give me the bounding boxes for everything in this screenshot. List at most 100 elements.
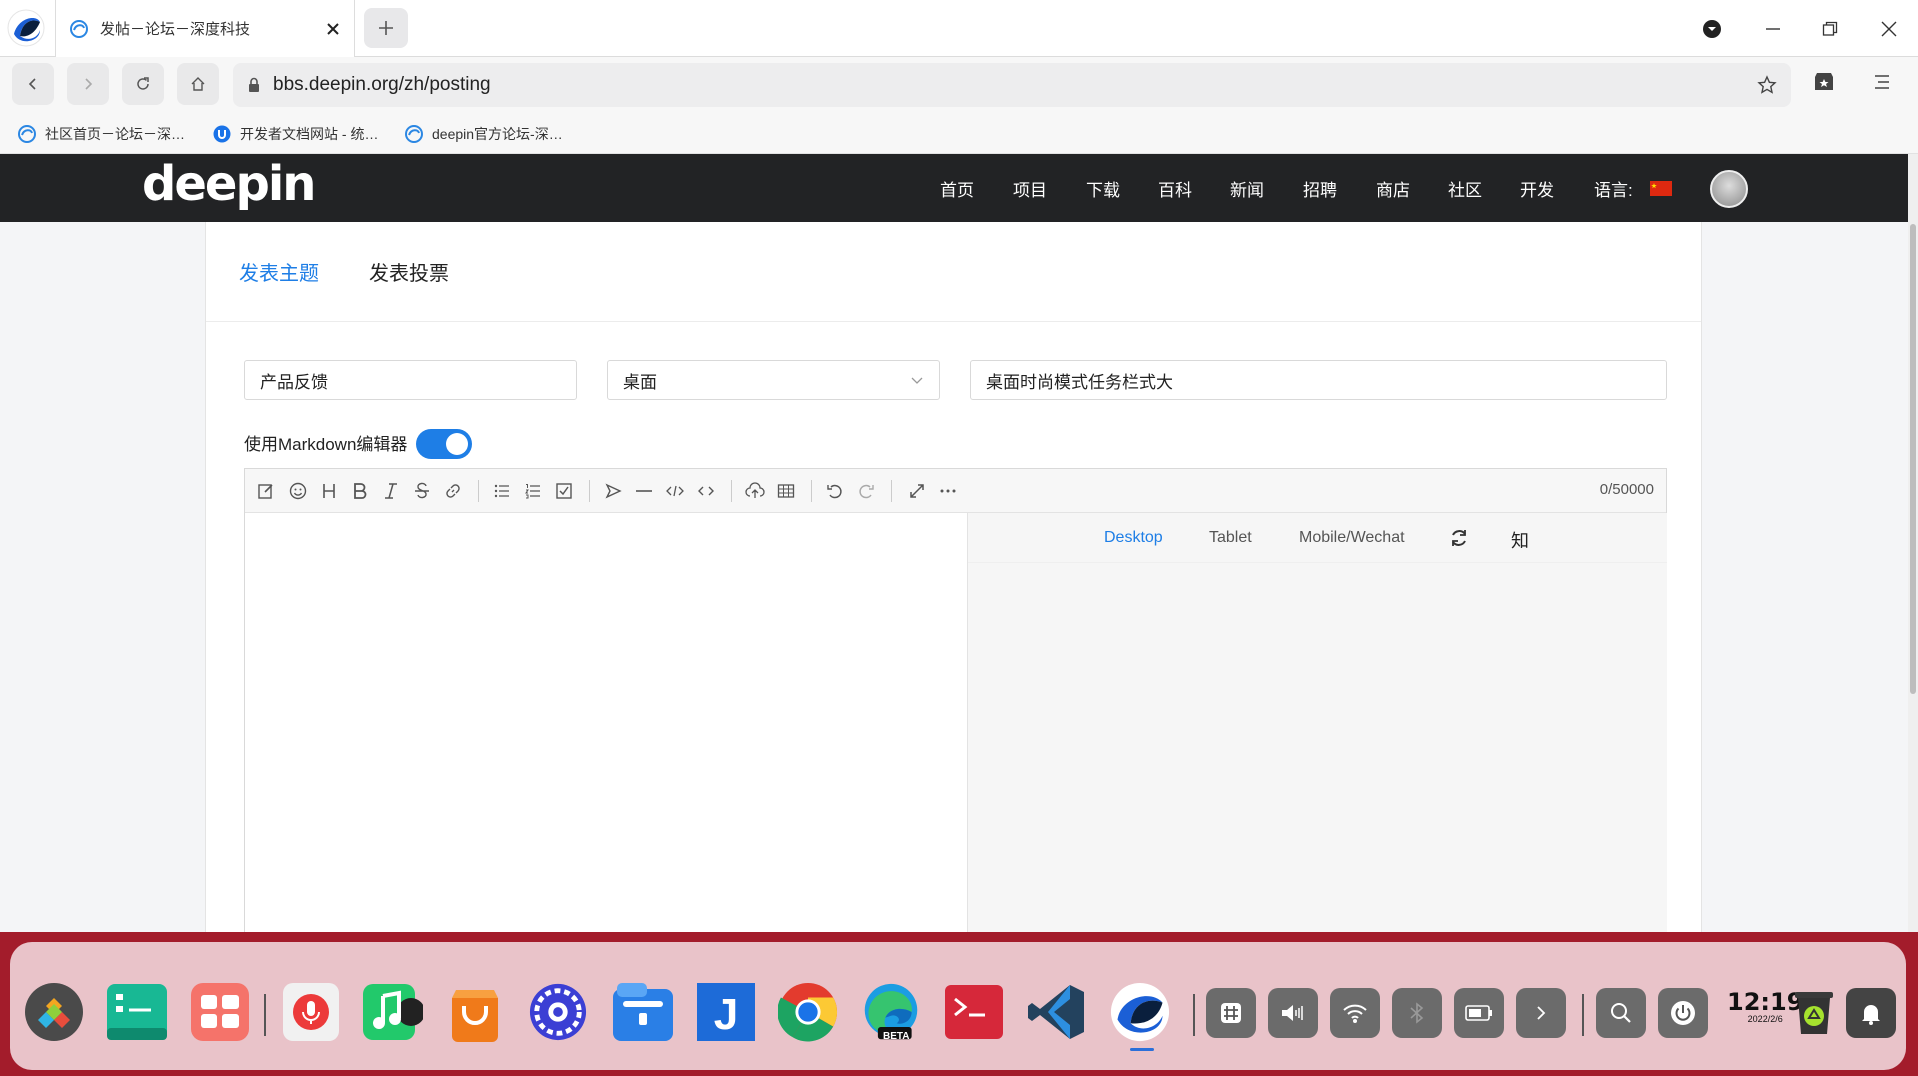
tab-post-topic[interactable]: 发表主题 [239, 257, 319, 286]
bookmark-item[interactable]: deepin官方论坛-深… [405, 120, 563, 148]
tray-expand[interactable] [1516, 988, 1566, 1038]
nav-item-community[interactable]: 社区 [1448, 176, 1482, 201]
post-type-tabs: 发表主题 发表投票 [206, 222, 1701, 322]
editor-textarea[interactable] [245, 513, 967, 939]
heading-icon[interactable] [318, 480, 340, 502]
close-window-button[interactable] [1872, 12, 1906, 46]
nav-item-download[interactable]: 下载 [1086, 176, 1120, 201]
nav-item-wiki[interactable]: 百科 [1158, 176, 1192, 201]
browser-icon[interactable] [1110, 982, 1170, 1051]
redo-icon[interactable] [855, 480, 877, 502]
launcher-icon[interactable] [24, 982, 84, 1042]
bold-icon[interactable] [349, 480, 371, 502]
markdown-toggle[interactable] [416, 429, 472, 459]
nav-item-jobs[interactable]: 招聘 [1303, 176, 1337, 201]
file-manager-icon[interactable] [613, 982, 673, 1042]
site-logo[interactable]: deepin [142, 156, 316, 212]
nav-item-store[interactable]: 商店 [1376, 176, 1410, 201]
horizontal-rule-icon[interactable] [633, 480, 655, 502]
ordered-list-icon[interactable] [522, 480, 544, 502]
jetbrains-icon[interactable]: J [696, 982, 756, 1042]
store-star-icon [1815, 73, 1833, 90]
browser-tab[interactable]: 发帖－论坛－深度科技 [55, 0, 355, 57]
preview-tablet[interactable]: Tablet [1209, 529, 1252, 547]
deepin-terminal-icon[interactable] [107, 982, 167, 1042]
address-bar[interactable]: bbs.deepin.org/zh/posting [233, 63, 1791, 107]
inline-code-icon[interactable] [695, 480, 717, 502]
main-menu-button[interactable] [1872, 72, 1896, 96]
subcategory-select[interactable]: 桌面 [607, 360, 940, 400]
italic-icon[interactable] [380, 480, 402, 502]
fullscreen-icon[interactable] [906, 480, 928, 502]
edge-beta-icon[interactable]: BETA [861, 982, 921, 1042]
tray-calculator[interactable] [1206, 988, 1256, 1038]
avatar[interactable] [1710, 170, 1748, 208]
tray-wifi[interactable] [1330, 988, 1380, 1038]
toolbar-divider [478, 480, 479, 502]
nav-item-develop[interactable]: 开发 [1520, 176, 1554, 201]
url-text[interactable]: bbs.deepin.org/zh/posting [273, 74, 1757, 96]
zhihu-icon[interactable]: 知 [1511, 527, 1529, 553]
back-button[interactable] [12, 63, 54, 105]
multitask-view-icon[interactable] [190, 982, 250, 1042]
tray-power[interactable] [1658, 988, 1708, 1038]
restore-icon [1822, 21, 1838, 36]
refresh-preview-icon[interactable] [1448, 527, 1470, 549]
close-tab-icon[interactable] [326, 22, 340, 36]
preview-desktop[interactable]: Desktop [1104, 529, 1163, 547]
reload-button[interactable] [122, 63, 164, 105]
table-icon[interactable] [775, 480, 797, 502]
page-scrollbar[interactable] [1908, 154, 1918, 932]
app-store-icon[interactable] [445, 982, 505, 1042]
upload-icon[interactable] [744, 480, 766, 502]
browser-logo-icon[interactable] [6, 8, 46, 48]
strikethrough-icon[interactable] [411, 480, 433, 502]
undo-icon[interactable] [824, 480, 846, 502]
code-block-icon[interactable] [664, 480, 686, 502]
deepin-forum-icon [18, 125, 36, 143]
trash-icon[interactable] [1789, 982, 1839, 1042]
quote-icon[interactable] [602, 480, 624, 502]
language-label[interactable]: 语言: [1594, 176, 1633, 201]
checklist-icon[interactable] [553, 480, 575, 502]
vscode-icon[interactable] [1027, 982, 1087, 1042]
new-tab-button[interactable] [364, 8, 408, 48]
preview-mobile[interactable]: Mobile/Wechat [1299, 529, 1405, 547]
china-flag-icon[interactable] [1650, 181, 1672, 196]
tray-notifications[interactable] [1846, 988, 1896, 1038]
title-input[interactable]: 桌面时尚模式任务栏式大 [970, 360, 1667, 400]
toolbar-divider [731, 480, 732, 502]
hash-icon [1221, 1003, 1241, 1023]
extensions-button[interactable] [1812, 70, 1840, 98]
emoji-icon[interactable] [287, 480, 309, 502]
category-select[interactable]: 产品反馈 [244, 360, 577, 400]
minimize-button[interactable] [1756, 12, 1790, 46]
tray-bluetooth[interactable] [1392, 988, 1442, 1038]
nav-item-news[interactable]: 新闻 [1230, 176, 1264, 201]
control-center-icon[interactable] [528, 982, 588, 1042]
tray-search[interactable] [1596, 988, 1646, 1038]
unordered-list-icon[interactable] [491, 480, 513, 502]
more-icon[interactable] [937, 480, 959, 502]
terminal-red-icon[interactable] [944, 982, 1004, 1042]
nav-item-projects[interactable]: 项目 [1013, 176, 1047, 201]
browser-menu-button[interactable] [1695, 12, 1729, 46]
home-button[interactable] [177, 63, 219, 105]
tab-post-poll[interactable]: 发表投票 [369, 257, 449, 286]
forward-button[interactable] [67, 63, 109, 105]
tray-battery[interactable] [1454, 988, 1504, 1038]
bookmark-item[interactable]: 社区首页－论坛－深… [18, 120, 185, 148]
star-icon[interactable] [1757, 75, 1777, 95]
music-icon[interactable] [363, 982, 423, 1042]
bookmark-item[interactable]: 开发者文档网站 - 统… [213, 120, 378, 148]
nav-item-home[interactable]: 首页 [940, 176, 974, 201]
maximize-button[interactable] [1813, 12, 1847, 46]
chrome-icon[interactable] [778, 982, 838, 1042]
voice-note-icon[interactable] [281, 982, 341, 1042]
tray-volume[interactable] [1268, 988, 1318, 1038]
scrollbar-thumb[interactable] [1910, 224, 1916, 694]
chevron-down-icon [911, 377, 923, 384]
link-icon[interactable] [442, 480, 464, 502]
edit-icon[interactable] [255, 480, 277, 502]
markdown-label: 使用Markdown编辑器 [244, 435, 408, 454]
